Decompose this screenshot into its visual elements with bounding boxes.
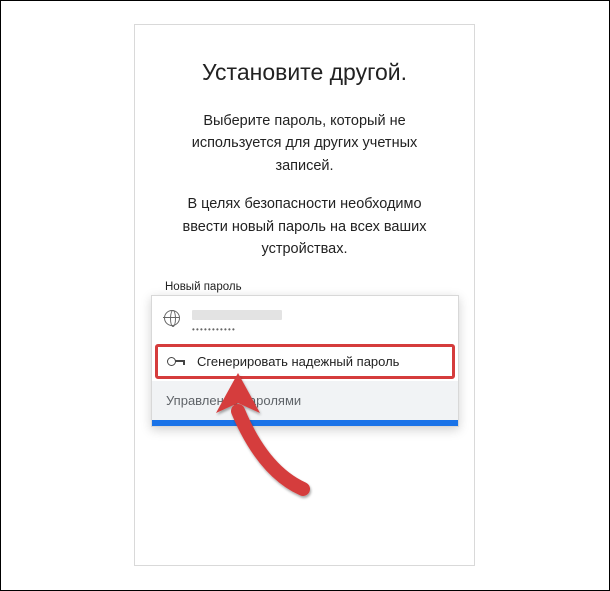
redacted-site xyxy=(192,310,282,320)
subtitle-2: В целях безопасности необходимо ввести н… xyxy=(165,193,444,260)
manage-passwords-label: Управление паролями xyxy=(166,393,301,408)
subtitle-1: Выберите пароль, который не используется… xyxy=(165,110,444,177)
key-icon xyxy=(167,357,185,367)
fill-saved-password-item[interactable]: ••••••••••• xyxy=(152,296,458,342)
accent-bar xyxy=(152,420,458,426)
globe-icon xyxy=(164,310,180,326)
masked-password: ••••••••••• xyxy=(192,326,282,334)
new-password-label: Новый пароль xyxy=(165,281,444,293)
manage-passwords-item[interactable]: Управление паролями xyxy=(152,381,458,420)
generate-strong-password-item[interactable]: Сгенерировать надежный пароль xyxy=(155,344,455,379)
password-suggestion-dropdown: ••••••••••• Сгенерировать надежный парол… xyxy=(151,295,459,427)
generate-password-label: Сгенерировать надежный пароль xyxy=(197,354,399,369)
page-title: Установите другой. xyxy=(165,59,444,86)
